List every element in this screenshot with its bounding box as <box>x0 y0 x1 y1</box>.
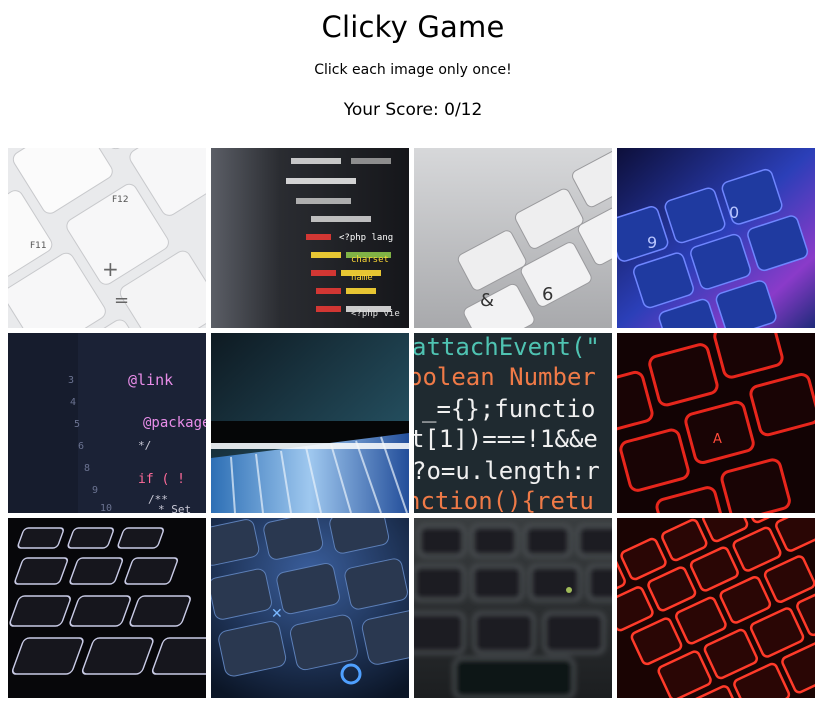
header: Clicky Game Click each image only once! … <box>0 0 826 121</box>
laptop-screen-wave-icon <box>211 333 409 513</box>
tile-code-line: <?php lang <box>339 233 393 243</box>
svg-text:8: 8 <box>84 463 90 474</box>
blue-backlit-keyboard-icon: ✕ <box>211 518 409 698</box>
tile-key-label: 9 <box>647 233 657 252</box>
tile-code-line: attachEvent(" <box>414 333 600 361</box>
tile-code-line: _={};functio <box>422 395 595 423</box>
red-lit-keyboard-icon <box>617 518 815 698</box>
image-tile-12[interactable] <box>617 518 815 698</box>
tile-key-label: 6 <box>542 284 553 305</box>
instructions-text: Click each image only once! <box>314 62 512 78</box>
gray-keyboard-closeup-icon: & 6 <box>414 148 612 328</box>
tile-key-label: + <box>102 257 119 281</box>
image-tile-8[interactable]: A <box>617 333 815 513</box>
tile-code-line: if ( ! <box>138 472 185 487</box>
tile-code-line: charset <box>351 255 389 265</box>
image-grid: F11 F12 + = <?php lang charset name <?ph… <box>8 148 818 698</box>
tile-key-label: A <box>713 432 722 447</box>
tile-key-label: & <box>480 290 494 311</box>
blurred-keyboard-icon <box>414 518 612 698</box>
svg-text:9: 9 <box>92 485 98 496</box>
tile-code-line: ?o=u.length:r <box>414 457 600 485</box>
css-code-editor-icon: @link @package */ if ( ! /** * Set 3 4 5… <box>8 333 206 513</box>
image-tile-6[interactable] <box>211 333 409 513</box>
dark-keyboard-keys-icon <box>8 518 206 698</box>
javascript-code-closeup-icon: attachEvent(" oolean Number _={};functio… <box>414 333 612 513</box>
image-tile-3[interactable]: & 6 <box>414 148 612 328</box>
image-tile-5[interactable]: @link @package */ if ( ! /** * Set 3 4 5… <box>8 333 206 513</box>
image-tile-1[interactable]: F11 F12 + = <box>8 148 206 328</box>
tile-code-line: */ <box>138 439 151 452</box>
tile-code-line: <?php vie <box>351 309 400 319</box>
code-on-laptop-screen-icon: <?php lang charset name <?php vie <box>211 148 409 328</box>
image-tile-2[interactable]: <?php lang charset name <?php vie <box>211 148 409 328</box>
image-tile-9[interactable] <box>8 518 206 698</box>
tile-key-label: 0 <box>729 203 739 222</box>
tile-code-line: @link <box>128 371 173 389</box>
tile-code-line: @package <box>143 415 206 431</box>
svg-text:4: 4 <box>70 397 76 408</box>
image-tile-10[interactable]: ✕ <box>211 518 409 698</box>
svg-text:✕: ✕ <box>271 606 283 622</box>
svg-text:6: 6 <box>78 441 84 452</box>
tile-code-line: nction(){retu <box>414 487 594 513</box>
image-tile-11[interactable] <box>414 518 612 698</box>
tile-code-line: t[1])===!1&&e <box>414 425 598 453</box>
red-backlit-keyboard-icon: A <box>617 333 815 513</box>
tile-code-line: oolean Number <box>414 363 596 391</box>
svg-text:10: 10 <box>100 503 112 513</box>
image-tile-7[interactable]: attachEvent(" oolean Number _={};functio… <box>414 333 612 513</box>
tile-key-label: F12 <box>112 195 129 205</box>
white-keyboard-f11-f12-icon: F11 F12 + = <box>8 148 206 328</box>
svg-text:3: 3 <box>68 375 74 386</box>
blue-purple-lit-keyboard-icon: 9 0 <box>617 148 815 328</box>
page-title: Clicky Game <box>321 10 505 44</box>
score-display: Your Score: 0/12 <box>343 100 483 120</box>
tile-key-label: F11 <box>30 241 47 251</box>
image-tile-4[interactable]: 9 0 <box>617 148 815 328</box>
tile-code-line: name <box>351 273 373 283</box>
tile-code-line: * Set <box>158 503 191 513</box>
svg-text:5: 5 <box>74 419 80 430</box>
tile-key-label: = <box>114 290 129 311</box>
